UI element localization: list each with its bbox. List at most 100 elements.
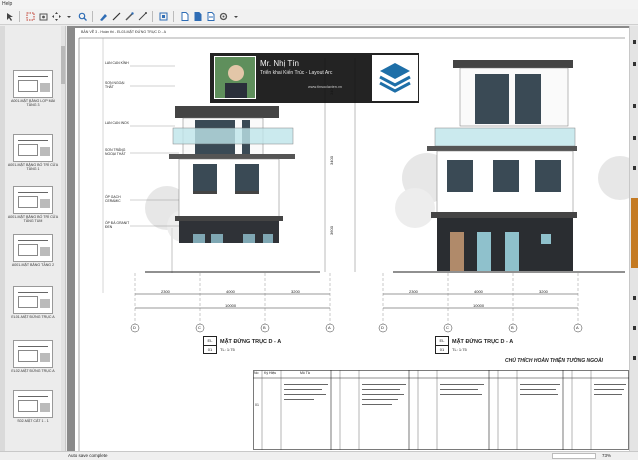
- panel-marker: [633, 326, 636, 330]
- panel-marker: [633, 62, 636, 66]
- thumbnail-label: S02-MẶT CẮT 1 - 1: [17, 419, 49, 423]
- view-tag: EL 01: [203, 336, 217, 354]
- thumbnail-label: EL02-MẶT ĐỨNG TRỤC A: [11, 369, 55, 373]
- right-panel-strip[interactable]: [629, 26, 638, 451]
- callout-label: ỐP GẠCH CERAMIC: [105, 195, 121, 203]
- dropdown-arrow-icon[interactable]: [231, 12, 241, 22]
- dim-label: 3200: [539, 289, 548, 294]
- scrollbar-thumb[interactable]: [61, 46, 65, 84]
- status-text: Auto save complete: [68, 453, 108, 458]
- thumbnail-page: [13, 134, 53, 162]
- callout-label: SƠN TRẮNG NGOẠI THẤT: [105, 148, 126, 156]
- panel-marker: [633, 296, 636, 300]
- thumbnail-label: A001-MẶT BẰNG LỢP MÁI TẦNG 3: [10, 99, 56, 108]
- status-search-box[interactable]: [552, 453, 596, 459]
- thumbnail-4[interactable]: A001-MẶT BẰNG TẦNG 2: [7, 234, 59, 267]
- layers-logo-icon: [372, 55, 418, 101]
- document-view[interactable]: BẢN VẼ 3 - Hoàn thi - EL03-MẶT ĐỨNG TRỤC…: [67, 26, 629, 451]
- select-area-icon[interactable]: [25, 12, 35, 22]
- dim-label: 3200: [291, 289, 300, 294]
- pan-icon[interactable]: [51, 12, 61, 22]
- toolbar-separator: [173, 11, 174, 22]
- thumbnail-3[interactable]: A001-MẶT BẰNG BỐ TRÍ CỬA TẦNG TUM: [7, 186, 59, 224]
- cursor-icon[interactable]: [4, 12, 14, 22]
- thumbnail-1[interactable]: A001-MẶT BẰNG LỢP MÁI TẦNG 3: [7, 70, 59, 108]
- thumbnail-5[interactable]: EL01-MẶT ĐỨNG TRỤC A: [7, 286, 59, 319]
- toolbar-separator: [152, 11, 153, 22]
- thumbnails-scrollbar[interactable]: [61, 26, 65, 451]
- zoom-icon[interactable]: [77, 12, 87, 22]
- axis-label: C: [446, 325, 449, 330]
- view-scale: TL: 1:75: [220, 347, 235, 352]
- dim-total: 10000: [473, 303, 485, 308]
- page-thumbnails-panel: A001-MẶT BẰNG LỢP MÁI TẦNG 3 A001-MẶT BẰ…: [0, 26, 66, 451]
- highlighter-icon[interactable]: [124, 12, 134, 22]
- view-tag: EL 01: [435, 336, 449, 354]
- thumbnail-6[interactable]: EL02-MẶT ĐỨNG TRỤC A: [7, 340, 59, 373]
- callout-label: LAN CAN INOX: [105, 121, 129, 125]
- markup-icon[interactable]: [98, 12, 108, 22]
- height-dim: 3400: [328, 156, 334, 165]
- dim-label: 4000: [226, 289, 235, 294]
- thumbnail-label: A001-MẶT BẰNG TẦNG 2: [11, 263, 55, 267]
- thumbnail-label: A001-MẶT BẰNG BỐ TRÍ CỬA TẦNG 1: [7, 163, 59, 172]
- legend-row-no: 01: [255, 403, 259, 407]
- callout-label: LAN CAN KÍNH: [105, 61, 129, 65]
- axis-label: A: [576, 325, 579, 330]
- view-code: EL: [204, 337, 216, 346]
- pen-icon[interactable]: [111, 12, 121, 22]
- thumbnail-page: [13, 390, 53, 418]
- menu-help[interactable]: Help: [2, 1, 12, 7]
- measure-icon[interactable]: [137, 12, 147, 22]
- dim-label: 2300: [161, 289, 170, 294]
- axis-label: B: [511, 325, 514, 330]
- panel-marker: [633, 136, 636, 140]
- toolbar-separator: [19, 11, 20, 22]
- author-subtitle: Triển khai Kiến Trúc - Layout Arc: [260, 70, 333, 76]
- legend-heading: CHÚ THÍCH HOÀN THIỆN TƯỜNG NGOÀI: [505, 358, 603, 364]
- document-export-icon[interactable]: [205, 12, 215, 22]
- height-dim: 3600: [328, 226, 334, 235]
- panel-tabs[interactable]: [0, 26, 5, 451]
- view-sheet: 01: [207, 347, 213, 352]
- thumbnail-page: [13, 340, 53, 368]
- thumbnail-page: [13, 186, 53, 214]
- axis-label: B: [263, 325, 266, 330]
- legend-col-code: Ký Hiệu: [264, 371, 277, 375]
- panel-marker: [633, 104, 636, 108]
- dim-label: 4000: [474, 289, 483, 294]
- thumbnail-page: [13, 70, 53, 98]
- snapshot-icon[interactable]: [38, 12, 48, 22]
- document-copy-icon[interactable]: [192, 12, 202, 22]
- thumbnail-label: EL01-MẶT ĐỨNG TRỤC A: [11, 315, 55, 319]
- toolbar: [0, 9, 638, 25]
- document-icon[interactable]: [179, 12, 189, 22]
- view-scale: TL: 1:75: [452, 347, 467, 352]
- dropdown-arrow-icon[interactable]: [64, 12, 74, 22]
- thumbnail-7[interactable]: S02-MẶT CẮT 1 - 1: [7, 390, 59, 423]
- panel-marker: [633, 40, 636, 44]
- view-code: EL: [436, 337, 448, 346]
- author-name: Mr. Nhị Tín: [260, 59, 299, 68]
- orange-tab[interactable]: [631, 198, 638, 268]
- thumbnail-2[interactable]: A001-MẶT BẰNG BỐ TRÍ CỬA TẦNG 1: [7, 134, 59, 172]
- axis-label: A: [328, 325, 331, 330]
- callout-label: SƠN NGOẠI THẤT: [105, 81, 125, 89]
- legend-col-no: No: [254, 371, 259, 375]
- zoom-level[interactable]: 73%: [602, 452, 611, 460]
- author-avatar: [214, 56, 256, 99]
- toolbar-separator: [92, 11, 93, 22]
- axis-label: C: [198, 325, 201, 330]
- dim-total: 10000: [225, 303, 237, 308]
- settings-icon[interactable]: [218, 12, 228, 22]
- author-banner: Mr. Nhị Tín Triển khai Kiến Trúc - Layou…: [210, 53, 419, 103]
- legend-col-desc: Mô Tả: [300, 371, 310, 375]
- menu-bar: Help: [0, 0, 638, 9]
- fit-page-icon[interactable]: [158, 12, 168, 22]
- callout-label: ỐP ĐÁ GRANIT ĐEN: [105, 221, 130, 229]
- status-bar: Auto save complete 73%: [0, 451, 638, 460]
- building-left: [169, 106, 295, 243]
- legend-table: [253, 370, 629, 450]
- view-sheet: 01: [439, 347, 445, 352]
- dim-label: 2300: [409, 289, 418, 294]
